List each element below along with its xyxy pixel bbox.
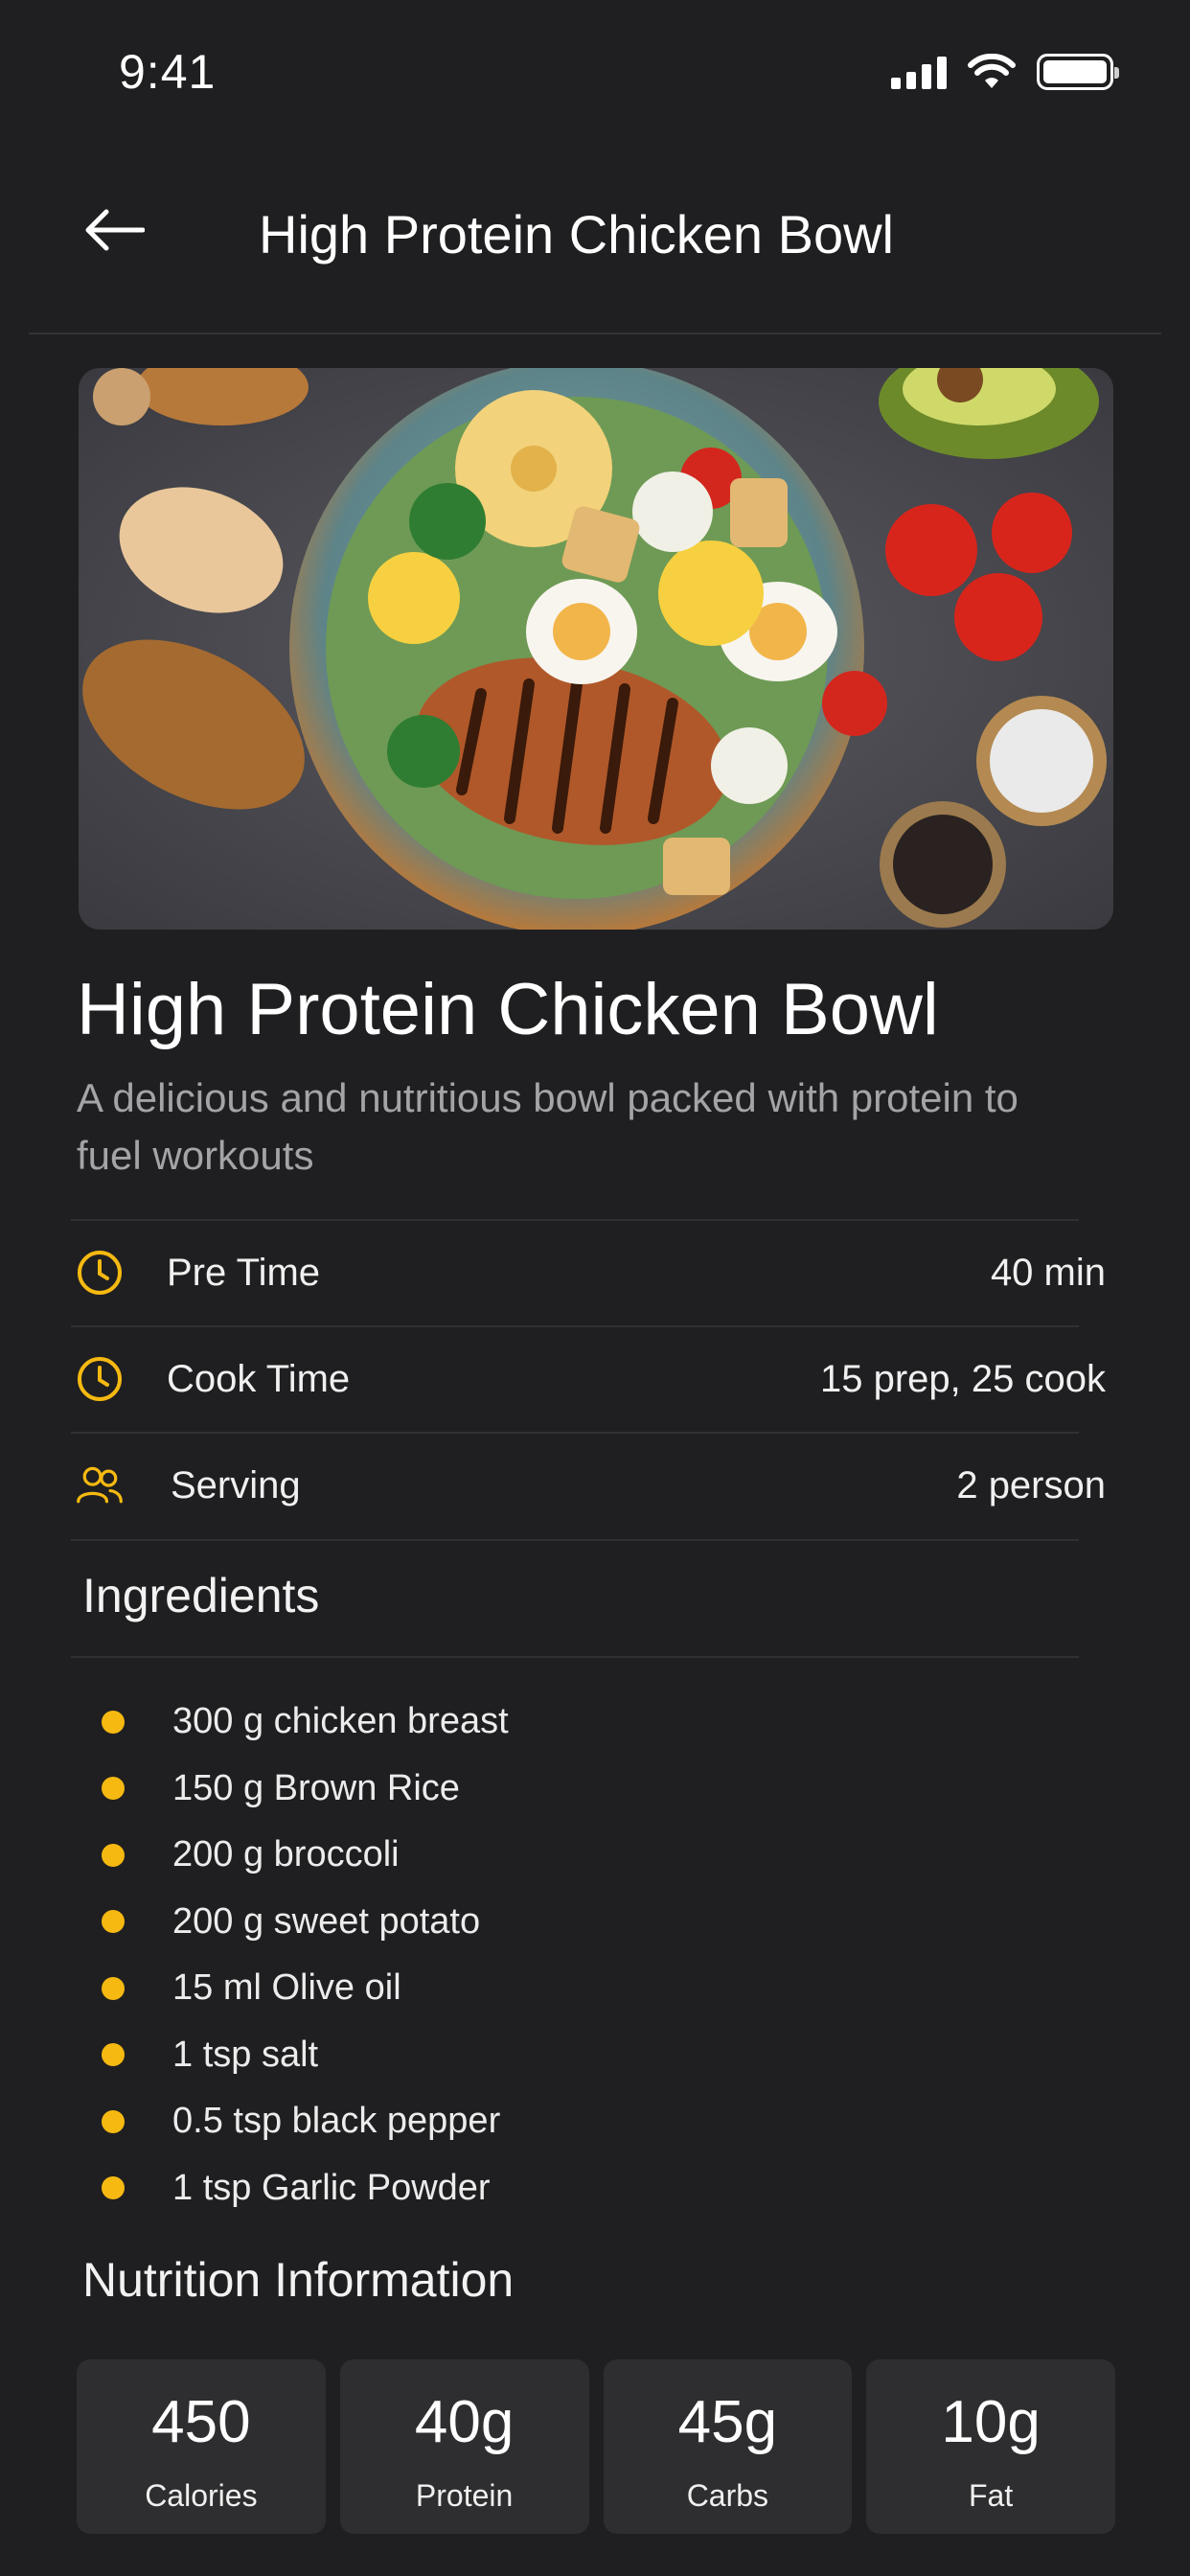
list-item: 300 g chicken breast [102,1689,509,1756]
info-row-prep-time: Pre Time 40 min [71,1219,1106,1325]
battery-icon [1037,54,1119,90]
wifi-icon [968,54,1016,88]
info-label: Pre Time [167,1252,321,1294]
recipe-title: High Protein Chicken Bowl [77,969,939,1050]
info-value: 15 prep, 25 cook [820,1358,1106,1400]
status-time: 9:41 [119,45,217,99]
list-item: 0.5 tsp black pepper [102,2088,509,2155]
ingredient-text: 200 g broccoli [172,1834,400,1875]
list-item: 200 g sweet potato [102,1889,509,1956]
bullet-icon [102,1777,125,1801]
info-label: Serving [171,1464,301,1506]
page-title: High Protein Chicken Bowl [259,204,894,264]
nutrition-card-protein[interactable]: 40g Protein [339,2359,589,2534]
users-icon [77,1466,123,1504]
nutrition-label: Protein [415,2478,514,2513]
info-value: 2 person [956,1464,1106,1506]
list-item: 1 tsp Garlic Powder [102,2155,509,2222]
ingredients-list: 300 g chicken breast 150 g Brown Rice 20… [102,1689,509,2221]
header-divider [29,333,1161,334]
nutrition-label: Carbs [686,2478,769,2513]
ingredient-text: 15 ml Olive oil [172,1967,401,2009]
bullet-icon [102,1910,125,1934]
status-icons [891,54,1119,90]
nutrition-value: 450 [151,2389,251,2455]
recipe-image[interactable] [79,368,1113,930]
bullet-icon [102,1843,125,1867]
ingredient-text: 150 g Brown Rice [172,1767,460,1808]
nutrition-card-fat[interactable]: 10g Fat [866,2359,1115,2534]
divider [71,1656,1079,1658]
list-item: 150 g Brown Rice [102,1756,509,1823]
list-item: 15 ml Olive oil [102,1955,509,2022]
clock-icon [78,1357,122,1401]
bullet-icon [102,2043,125,2067]
list-item: 1 tsp salt [102,2022,509,2089]
nutrition-cards: 450 Calories 40g Protein 45g Carbs 10g F… [77,2359,1115,2534]
info-label: Cook Time [167,1358,351,1400]
nutrition-label: Fat [969,2478,1014,2513]
recipe-screen: 9:41 High Protein Chicken Bowl High Prot… [0,0,1190,2576]
ingredient-text: 0.5 tsp black pepper [172,2101,501,2142]
nutrition-value: 40g [414,2389,515,2455]
cellular-signal-icon [891,55,947,89]
recipe-description: A delicious and nutritious bowl packed w… [77,1075,1018,1178]
bullet-icon [102,2176,125,2200]
ingredients-heading: Ingredients [82,1569,320,1622]
bullet-icon [102,1976,125,2000]
ingredient-text: 1 tsp Garlic Powder [172,2167,491,2208]
bullet-icon [102,1710,125,1734]
ingredient-text: 1 tsp salt [172,2034,319,2075]
list-item: 200 g broccoli [102,1822,509,1889]
bullet-icon [102,2109,125,2133]
clock-icon [78,1251,122,1295]
nutrition-heading: Nutrition Information [82,2253,515,2307]
nutrition-card-carbs[interactable]: 45g Carbs [603,2359,853,2534]
back-button[interactable] [77,201,153,259]
info-row-cook-time: Cook Time 15 prep, 25 cook [71,1325,1106,1432]
nav-bar: High Protein Chicken Bowl [0,182,1190,278]
info-value: 40 min [990,1252,1106,1294]
nutrition-value: 45g [677,2389,778,2455]
recipe-info-list: Pre Time 40 min Cook Time 15 prep, 25 co… [71,1219,1106,1538]
nutrition-label: Calories [145,2478,258,2513]
ingredient-text: 200 g sweet potato [172,1900,481,1942]
divider [71,1539,1079,1541]
info-row-serving: Serving 2 person [71,1432,1106,1538]
nutrition-value: 10g [941,2389,1041,2455]
nutrition-card-calories[interactable]: 450 Calories [77,2359,326,2534]
arrow-left-icon [85,209,145,251]
ingredient-text: 300 g chicken breast [172,1701,509,1742]
